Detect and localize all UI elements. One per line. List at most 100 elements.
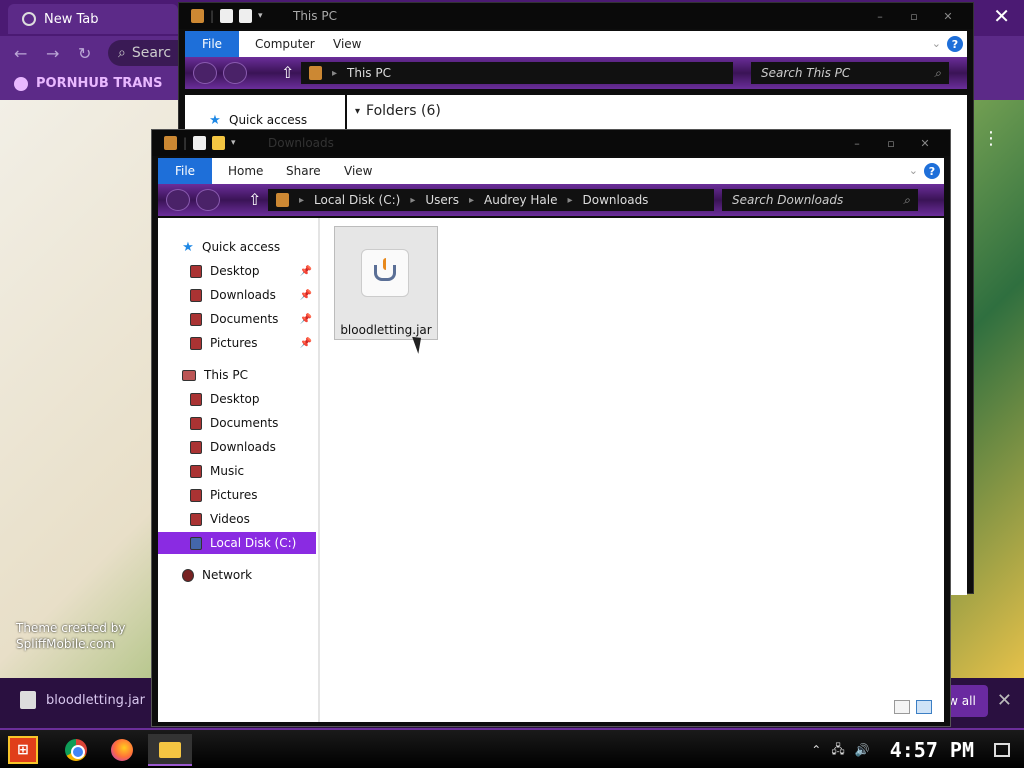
pictures-icon	[190, 488, 202, 502]
nav-quick-desktop[interactable]: Desktop 📌	[158, 260, 316, 282]
nav-pc-music[interactable]: Music	[158, 460, 316, 482]
start-button[interactable]: ⊞	[8, 736, 38, 764]
volume-icon[interactable]: 🔊	[855, 743, 870, 757]
network-tray-icon[interactable]: 🖧	[831, 740, 844, 761]
nav-pc-videos[interactable]: Videos	[158, 508, 316, 530]
this-pc-icon	[191, 9, 204, 23]
ribbon-expand-icon[interactable]: ⌄	[932, 37, 941, 50]
reload-icon[interactable]: ↻	[78, 44, 91, 63]
tab-view[interactable]: View	[333, 37, 361, 51]
search-box[interactable]: Search Downloads ⌕	[722, 189, 918, 211]
desktop-icon	[190, 264, 202, 278]
browser-tab-title: New Tab	[44, 11, 99, 27]
chevron-down-icon[interactable]: ▾	[231, 138, 236, 148]
nav-quick-downloads[interactable]: Downloads 📌	[158, 284, 316, 306]
drive-icon	[190, 536, 202, 550]
tab-view[interactable]: View	[344, 164, 372, 178]
file-icon	[20, 691, 36, 709]
nav-label: Pictures	[210, 488, 258, 502]
nav-label: Documents	[210, 312, 279, 326]
nav-this-pc[interactable]: This PC	[158, 364, 316, 386]
up-arrow-icon[interactable]: ⇧	[281, 63, 294, 82]
nav-local-disk-c[interactable]: Local Disk (C:)	[158, 532, 316, 554]
nav-quick-access[interactable]: ★ Quick access	[158, 236, 316, 258]
breadcrumb-users[interactable]: Users	[425, 193, 459, 207]
nav-pc-downloads[interactable]: Downloads	[158, 436, 316, 458]
back-button[interactable]	[193, 62, 217, 84]
maximize-button[interactable]: ▫	[897, 7, 931, 25]
nav-label: Desktop	[210, 392, 260, 406]
taskbar-file-explorer[interactable]	[154, 736, 186, 764]
help-icon[interactable]: ?	[947, 36, 963, 52]
nav-network[interactable]: Network	[158, 564, 316, 586]
action-center-icon[interactable]	[994, 743, 1010, 757]
large-icons-view-icon[interactable]	[916, 700, 932, 714]
help-icon[interactable]: ?	[924, 163, 940, 179]
credit-line-2: SpliffMobile.com	[16, 637, 115, 651]
browser-tab[interactable]: New Tab	[8, 4, 178, 34]
new-folder-icon[interactable]	[239, 9, 253, 23]
window-titlebar: | ▾ This PC – ▫ ✕	[179, 3, 973, 29]
search-box[interactable]: Search This PC ⌕	[751, 62, 949, 84]
back-button[interactable]	[166, 189, 190, 211]
chevron-down-icon[interactable]: ▾	[258, 11, 263, 21]
nav-pc-documents[interactable]: Documents	[158, 412, 316, 434]
new-folder-icon[interactable]	[212, 136, 226, 150]
back-icon[interactable]: ←	[14, 44, 27, 63]
forward-button[interactable]	[223, 62, 247, 84]
minimize-button[interactable]: –	[840, 134, 874, 152]
taskbar-firefox[interactable]	[106, 736, 138, 764]
close-button[interactable]: ✕	[931, 7, 965, 25]
tab-share[interactable]: Share	[286, 164, 321, 178]
nav-pc-desktop[interactable]: Desktop	[158, 388, 316, 410]
quick-access-toolbar: | ▾	[191, 9, 263, 23]
breadcrumb-local-disk[interactable]: Local Disk (C:)	[314, 193, 400, 207]
collapse-icon: ▾	[355, 105, 361, 117]
breadcrumb-this-pc[interactable]: This PC	[347, 66, 391, 80]
nav-pc-pictures[interactable]: Pictures	[158, 484, 316, 506]
maximize-button[interactable]: ▫	[874, 134, 908, 152]
breadcrumb-user[interactable]: Audrey Hale	[484, 193, 558, 207]
up-arrow-icon[interactable]: ⇧	[248, 190, 261, 209]
address-bar[interactable]: ▸ Local Disk (C:) ▸ Users ▸ Audrey Hale …	[268, 189, 714, 211]
file-tab[interactable]: File	[185, 31, 239, 57]
forward-button[interactable]	[196, 189, 220, 211]
download-item[interactable]: bloodletting.jar	[20, 691, 145, 709]
window-controls: – ▫ ✕	[840, 134, 942, 152]
file-item[interactable]: bloodletting.jar	[334, 226, 438, 354]
properties-icon[interactable]	[220, 9, 234, 23]
close-download-shelf-icon[interactable]: ✕	[997, 690, 1012, 711]
downloads-folder-icon	[164, 136, 177, 150]
file-name: bloodletting.jar	[340, 323, 432, 337]
view-toggle	[894, 700, 932, 714]
folders-group-header[interactable]: ▾ Folders (6)	[355, 103, 441, 119]
bookmark-favicon-icon	[14, 76, 28, 91]
nav-quick-access[interactable]: ★ Quick access	[185, 109, 343, 131]
nav-quick-pictures[interactable]: Pictures 📌	[158, 332, 316, 354]
details-view-icon[interactable]	[894, 700, 910, 714]
properties-icon[interactable]	[193, 136, 207, 150]
nav-label: Documents	[210, 416, 279, 430]
bookmark-item[interactable]: PORNHUB TRANS	[14, 76, 163, 91]
download-filename: bloodletting.jar	[46, 692, 145, 708]
tab-home[interactable]: Home	[228, 164, 263, 178]
show-hidden-icons-icon[interactable]: ⌃	[811, 743, 821, 757]
tab-computer[interactable]: Computer	[255, 37, 315, 51]
close-button[interactable]: ✕	[908, 134, 942, 152]
quick-access-toolbar: | ▾	[164, 136, 236, 150]
file-tab[interactable]: File	[158, 158, 212, 184]
minimize-button[interactable]: –	[863, 7, 897, 25]
breadcrumb-downloads[interactable]: Downloads	[583, 193, 649, 207]
content-pane: bloodletting.jar	[320, 218, 944, 722]
ribbon-expand-icon[interactable]: ⌄	[909, 164, 918, 177]
address-bar[interactable]: ▸ This PC	[301, 62, 733, 84]
search-placeholder: Search This PC	[761, 66, 851, 80]
taskbar-chrome[interactable]	[60, 736, 92, 764]
documents-icon	[190, 312, 202, 326]
forward-icon[interactable]: →	[46, 44, 59, 63]
explorer-window-downloads: | ▾ Downloads – ▫ ✕ File Home Share View…	[151, 129, 951, 727]
nav-quick-documents[interactable]: Documents 📌	[158, 308, 316, 330]
clock[interactable]: 4:57 PM	[890, 738, 974, 762]
browser-close-icon[interactable]: ✕	[993, 4, 1010, 28]
address-toolbar: ⇧ ▸ This PC Search This PC ⌕	[185, 57, 967, 89]
